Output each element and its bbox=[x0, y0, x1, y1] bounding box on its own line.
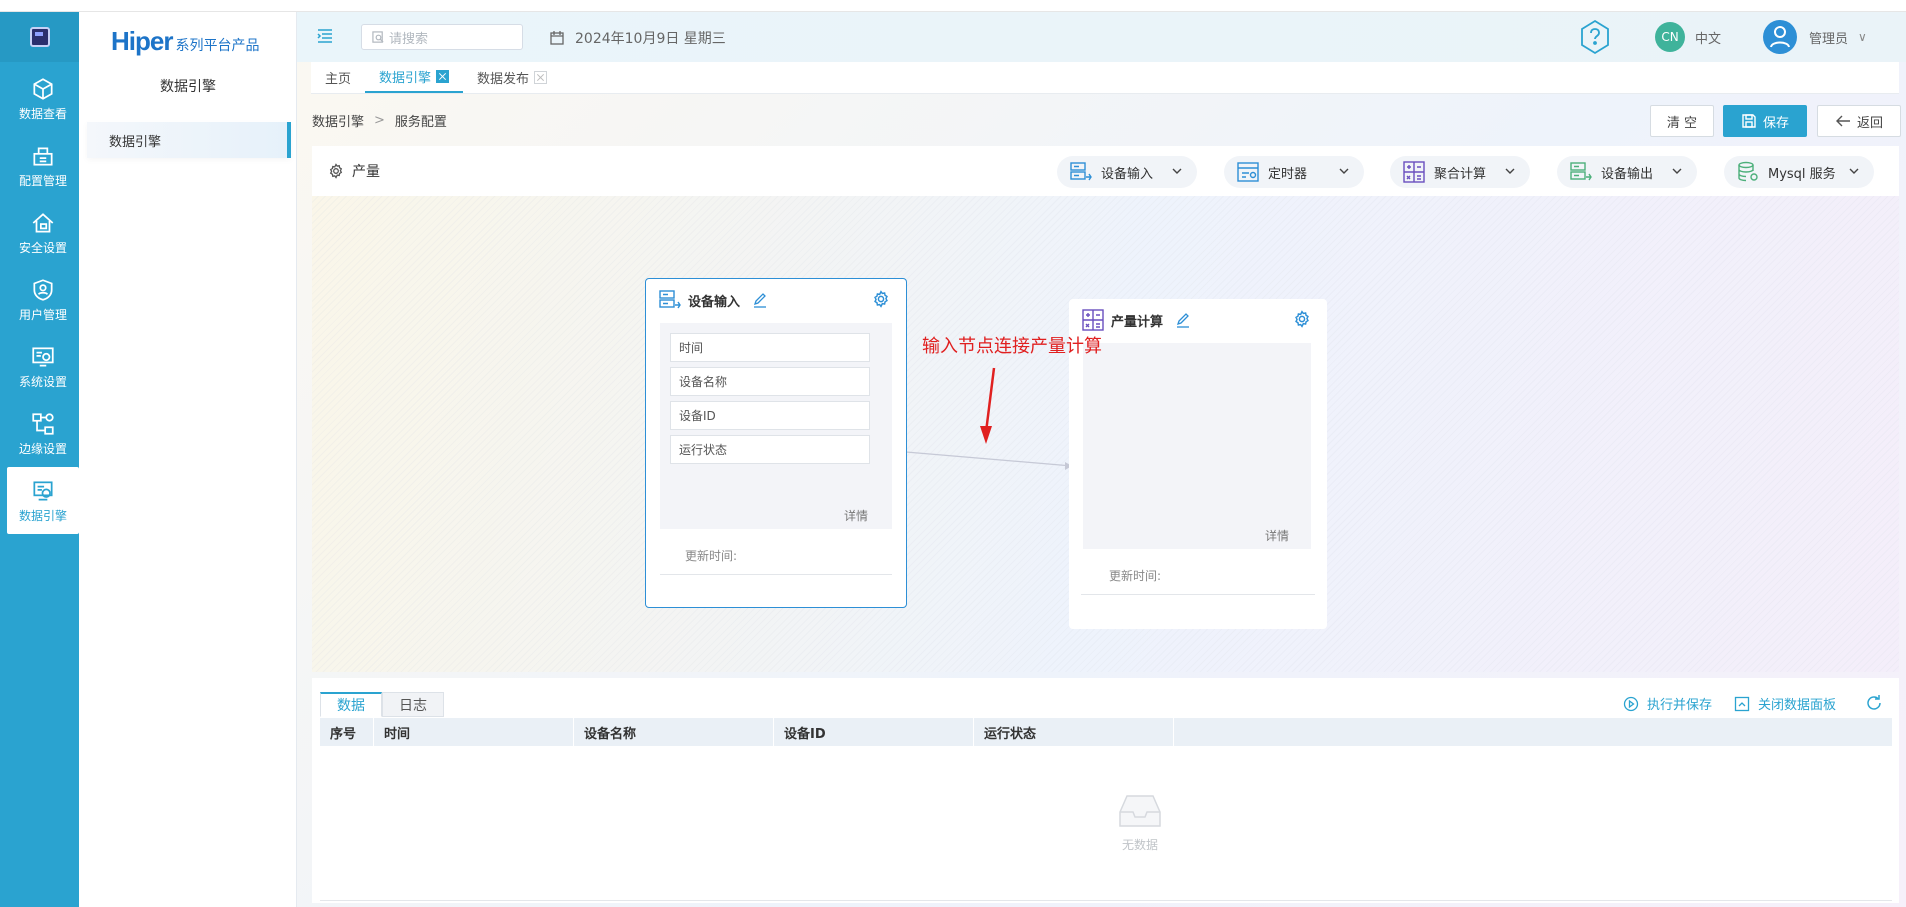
update-time-label: 更新时间: bbox=[685, 549, 738, 563]
gear-icon[interactable] bbox=[872, 290, 890, 308]
sidebar-title: 数据引擎 bbox=[160, 79, 216, 95]
data-table-header: 序号 时间 设备名称 设备ID 运行状态 bbox=[320, 718, 1892, 746]
tab-data[interactable]: 数据 bbox=[320, 692, 382, 717]
divider bbox=[660, 574, 892, 575]
data-panel: 数据 日志 执行并保存 关闭数据面板 序号 时间 设备名称 设备ID 运行状态 … bbox=[312, 678, 1899, 903]
config-icon bbox=[33, 147, 53, 166]
field-device-name[interactable]: 设备名称 bbox=[670, 367, 870, 396]
node-field-panel: 时间 设备名称 设备ID 运行状态 详情 bbox=[660, 323, 892, 529]
field-time[interactable]: 时间 bbox=[670, 333, 870, 362]
main-area: 请搜索 2024年10月9日 星期三 CN 中文 管理员 ∨ 主页 数据引擎 数… bbox=[297, 12, 1906, 907]
annotation-arrowhead bbox=[980, 426, 992, 444]
node-title: 设备输入 bbox=[688, 294, 741, 310]
detail-link[interactable]: 详情 bbox=[1265, 527, 1289, 544]
divider bbox=[320, 900, 1892, 901]
rail-item-label: 用户管理 bbox=[18, 307, 67, 322]
home-lock-icon bbox=[32, 212, 54, 233]
rail-item-data-view[interactable]: 数据查看 bbox=[7, 65, 79, 132]
run-and-save-button[interactable]: 执行并保存 bbox=[1623, 694, 1712, 713]
field-run-status[interactable]: 运行状态 bbox=[670, 435, 870, 464]
brand-name: Hiper bbox=[111, 26, 173, 56]
close-panel-button[interactable]: 关闭数据面板 bbox=[1734, 694, 1836, 713]
calculator-icon bbox=[1082, 309, 1104, 331]
annotation-note: 输入节点连接产量计算 bbox=[922, 336, 1102, 357]
tab-log[interactable]: 日志 bbox=[382, 692, 444, 717]
window-top-strip bbox=[0, 0, 1906, 12]
edit-icon[interactable] bbox=[752, 292, 768, 308]
run-and-save-label: 执行并保存 bbox=[1647, 698, 1713, 713]
rail-item-label: 系统设置 bbox=[18, 374, 67, 389]
node-header: 产量计算 bbox=[1081, 308, 1191, 332]
engine-icon bbox=[33, 480, 53, 501]
node-field-panel: 详情 bbox=[1083, 343, 1311, 549]
rail-item-config[interactable]: 配置管理 bbox=[7, 132, 79, 199]
data-panel-tabs: 数据 日志 bbox=[320, 692, 444, 717]
cube-icon bbox=[33, 77, 53, 100]
rail-item-users[interactable]: 用户管理 bbox=[7, 266, 79, 333]
node-title: 产量计算 bbox=[1111, 314, 1164, 330]
app-logo-icon bbox=[29, 27, 50, 47]
app-logo[interactable] bbox=[0, 12, 79, 62]
rail-item-security[interactable]: 安全设置 bbox=[7, 199, 79, 266]
system-settings-icon bbox=[32, 346, 54, 367]
flow-node-production-calc[interactable]: 产量计算 详情 更新时间: bbox=[1069, 299, 1327, 629]
secondary-sidebar: Hiper 系列平台产品 数据引擎 数据引擎 bbox=[79, 12, 297, 907]
empty-inbox-icon bbox=[1119, 795, 1161, 827]
gear-icon[interactable] bbox=[1293, 310, 1311, 328]
device-input-icon bbox=[659, 290, 681, 309]
rail-item-data-engine[interactable]: 数据引擎 bbox=[7, 467, 79, 534]
shield-user-icon bbox=[33, 278, 53, 301]
play-circle-icon bbox=[1623, 696, 1639, 711]
empty-text: 无数据 bbox=[1121, 838, 1158, 852]
column-header: 运行状态 bbox=[974, 718, 1174, 746]
flow-node-device-input[interactable]: 设备输入 时间 设备名称 设备ID 运行状态 详情 更新时间: bbox=[645, 278, 907, 608]
rail-item-label: 配置管理 bbox=[18, 173, 67, 188]
column-header: 时间 bbox=[374, 718, 574, 746]
brand-suffix: 系列平台产品 bbox=[175, 38, 260, 54]
field-device-id[interactable]: 设备ID bbox=[670, 401, 870, 430]
divider bbox=[1081, 594, 1315, 595]
rail-item-label: 边缘设置 bbox=[18, 441, 67, 456]
edge-icon bbox=[32, 412, 54, 435]
close-panel-label: 关闭数据面板 bbox=[1758, 698, 1837, 713]
annotation-arrow bbox=[984, 367, 996, 433]
column-header: 序号 bbox=[320, 718, 374, 746]
primary-nav-rail: 数据查看 配置管理 安全设置 用户管理 系统设置 边缘设置 数据引擎 bbox=[0, 12, 79, 907]
rail-item-system[interactable]: 系统设置 bbox=[7, 333, 79, 400]
empty-state: 无数据 bbox=[1080, 790, 1200, 853]
rail-item-label: 数据查看 bbox=[18, 106, 67, 121]
update-time-label: 更新时间: bbox=[1109, 569, 1162, 583]
column-header: 设备ID bbox=[774, 718, 974, 746]
node-header: 设备输入 bbox=[658, 288, 768, 312]
rail-item-label: 数据引擎 bbox=[18, 508, 67, 523]
rail-item-label: 安全设置 bbox=[18, 240, 67, 255]
collapse-up-icon bbox=[1734, 696, 1750, 711]
sidebar-item-data-engine[interactable]: 数据引擎 bbox=[87, 122, 291, 158]
rail-item-edge[interactable]: 边缘设置 bbox=[7, 400, 79, 467]
brand-logo: Hiper 系列平台产品 bbox=[111, 26, 259, 56]
node-connector-edge[interactable] bbox=[905, 451, 1073, 467]
column-header: 设备名称 bbox=[574, 718, 774, 746]
edit-icon[interactable] bbox=[1175, 312, 1191, 328]
detail-link[interactable]: 详情 bbox=[844, 507, 868, 524]
refresh-icon[interactable] bbox=[1865, 694, 1883, 712]
